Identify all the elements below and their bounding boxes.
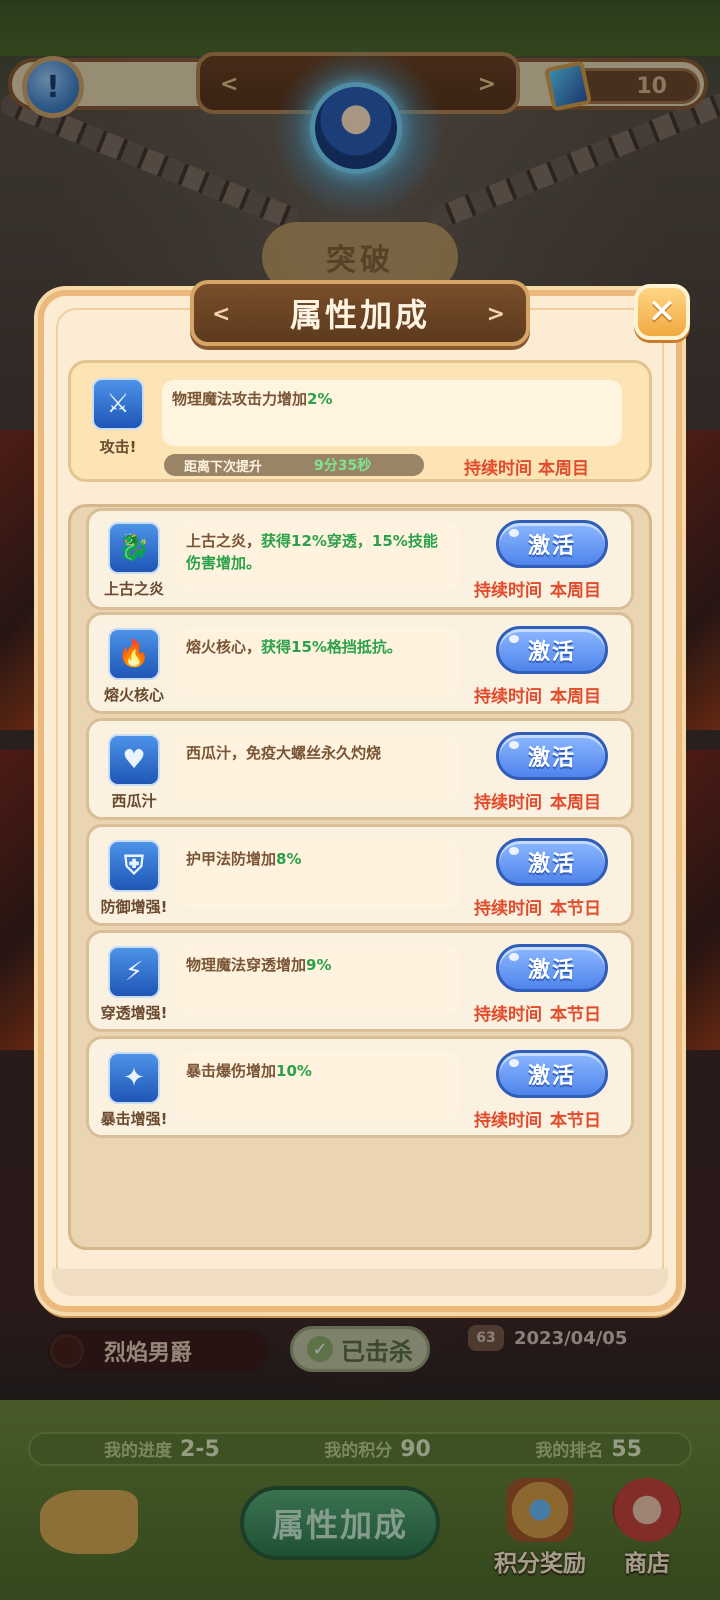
buff-description: 熔火核心，获得15%格挡抵抗。 — [176, 628, 460, 696]
panel-footer-decoration — [52, 1250, 668, 1296]
buff-description: 上古之炎，获得12%穿透，15%技能伤害增加。 — [176, 522, 460, 590]
buff-description: 物理魔法穿透增加9% — [176, 946, 460, 1014]
modal-title: < 属性加成 > — [190, 280, 530, 346]
activate-button[interactable]: 激活 — [496, 626, 608, 674]
duration-value: 本周目 — [538, 459, 589, 479]
activate-button[interactable]: 激活 — [496, 1050, 608, 1098]
critical-strike-icon: ✦ — [108, 1052, 160, 1104]
activate-button[interactable]: 激活 — [496, 732, 608, 780]
buff-description: 暴击爆伤增加10% — [176, 1052, 460, 1120]
chevron-left-icon: < — [212, 302, 234, 327]
chevron-right-icon: > — [486, 302, 508, 327]
duration-label: 持续时间 — [464, 459, 532, 479]
flame-icon: 🔥 — [108, 628, 160, 680]
activate-button[interactable]: 激活 — [496, 838, 608, 886]
sword-shield-icon: ⚔ — [92, 378, 144, 430]
current-buff-description: 物理魔法攻击力增加2% — [162, 380, 622, 446]
close-button[interactable]: ✕ — [634, 284, 690, 340]
buff-description: 西瓜汁，免疫大螺丝永久灼烧 — [176, 734, 460, 802]
heart-potion-icon: ♥ — [108, 734, 160, 786]
next-upgrade-progress: 距离下次提升 9分35秒 — [164, 454, 424, 476]
lightning-burst-icon: ⚡ — [108, 946, 160, 998]
current-buff-name: 攻击! — [99, 438, 137, 456]
activate-button[interactable]: 激活 — [496, 944, 608, 992]
upgrade-timer: 9分35秒 — [314, 458, 372, 474]
close-icon: ✕ — [647, 292, 677, 332]
shield-icon: ⛨ — [108, 840, 160, 892]
activate-button[interactable]: 激活 — [496, 520, 608, 568]
buff-description: 护甲法防增加8% — [176, 840, 460, 908]
dragon-icon: 🐉 — [108, 522, 160, 574]
